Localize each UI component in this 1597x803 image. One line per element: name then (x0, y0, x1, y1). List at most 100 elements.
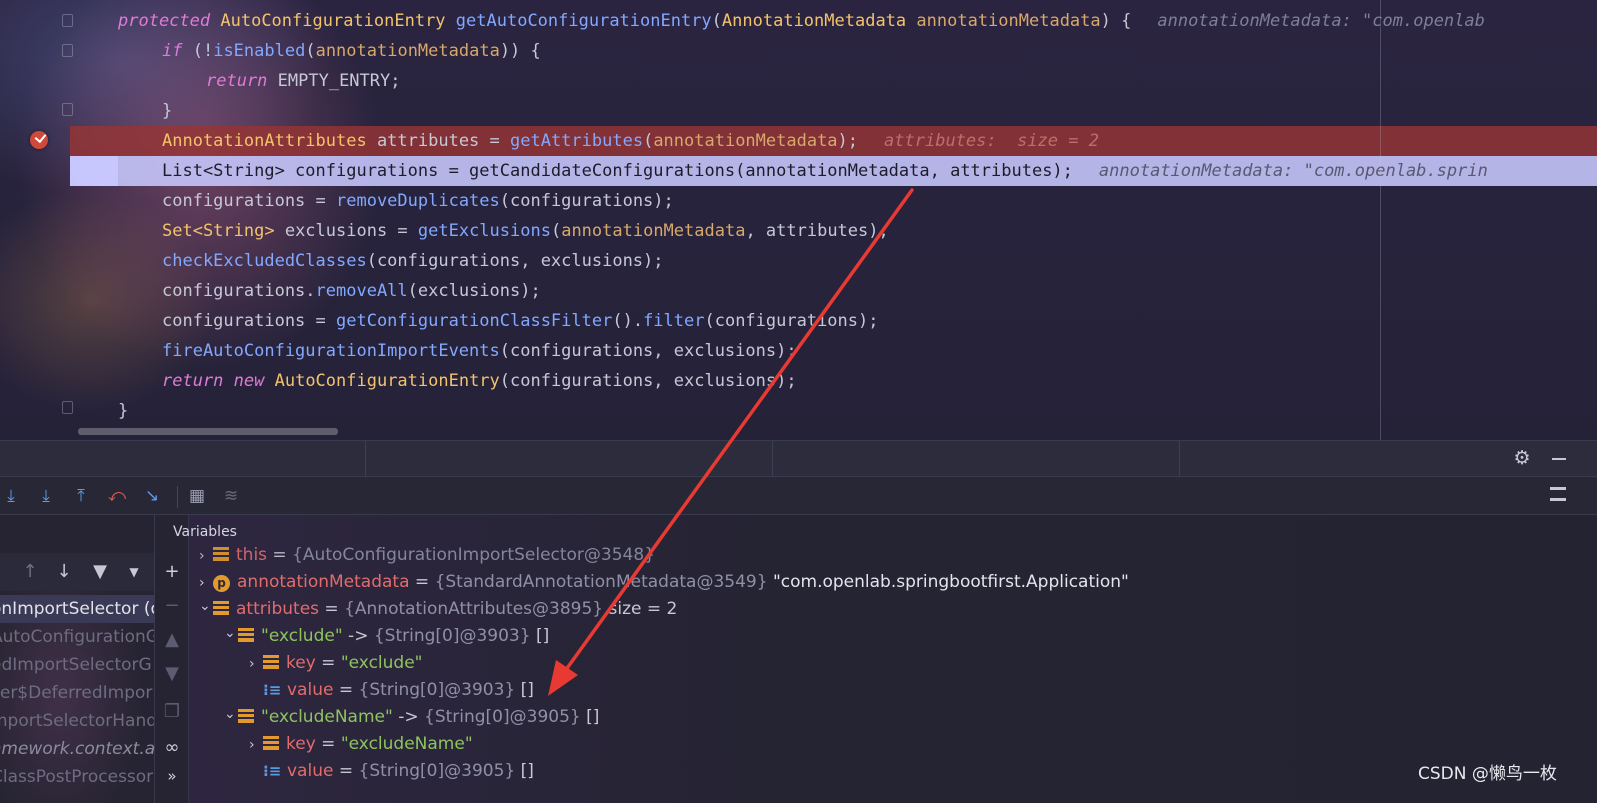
step-over-icon[interactable]: ⤓ (0, 485, 22, 507)
variable-row[interactable]: › key = "excludeName" (249, 731, 473, 758)
chevron-right-icon[interactable]: › (249, 651, 263, 678)
code-line[interactable]: configurations = getConfigurationClassFi… (70, 306, 1597, 336)
variable-row[interactable]: › key = "exclude" (249, 650, 422, 677)
variable-row[interactable]: › this = {AutoConfigurationImportSelector… (199, 542, 655, 569)
variable-type: {String[0]@3903} (358, 680, 516, 700)
variable-type: {String[0]@3903} (373, 626, 531, 646)
code-token: fireAutoConfigurationImportEvents (162, 341, 500, 361)
code-token: return new (162, 371, 265, 391)
copy-icon[interactable]: ❐ (161, 701, 183, 723)
code-line[interactable]: if (!isEnabled(annotationMetadata)) { (70, 36, 1597, 66)
code-token: AnnotationMetadata (721, 11, 907, 31)
code-line[interactable]: protected AutoConfigurationEntry getAuto… (70, 6, 1597, 36)
code-token: checkExcludedClasses (162, 251, 367, 271)
variable-value: [] (580, 707, 600, 727)
code-line[interactable]: return EMPTY_ENTRY; (70, 66, 1597, 96)
more-icon[interactable]: » (161, 765, 183, 787)
code-line[interactable]: return new AutoConfigurationEntry(config… (70, 366, 1597, 396)
variable-name: key (286, 734, 316, 754)
variable-type: {AutoConfigurationImportSelector@3548} (292, 545, 656, 565)
code-line[interactable]: checkExcludedClasses(configurations, exc… (70, 246, 1597, 276)
chevron-down-icon[interactable]: ⌄ (224, 620, 238, 647)
frames-pane[interactable]: ↑ ↓ ▼ ▼ onImportSelector (o AutoConfigura… (0, 515, 155, 803)
filter-icon[interactable]: ▼ (90, 562, 110, 582)
variable-row[interactable]: ⁝≡ value = {String[0]@3903} [] (249, 677, 534, 704)
code-line[interactable]: } (70, 96, 1597, 126)
variable-row[interactable]: ⁝≡ value = {String[0]@3905} [] (249, 758, 534, 785)
variable-value: "excludeName" (340, 734, 473, 754)
frame-item[interactable]: ser$DeferredImpor (0, 679, 154, 707)
variable-row[interactable]: ⌄ attributes = {AnnotationAttributes@3895… (199, 596, 677, 623)
variable-name: attributes (236, 599, 320, 619)
arrow-down-icon[interactable]: ↓ (54, 562, 74, 582)
chevron-down-icon[interactable]: ▼ (124, 562, 144, 582)
add-watch-icon[interactable]: + (161, 561, 183, 583)
code-line[interactable]: List<String> configurations = getCandida… (70, 156, 1597, 186)
frame-item[interactable]: onImportSelector (o (0, 595, 154, 623)
variable-separator: = (333, 680, 359, 700)
variable-row[interactable]: › p annotationMetadata = {StandardAnnotati… (199, 569, 1129, 596)
run-to-cursor-icon[interactable]: ↘ (141, 485, 163, 507)
variable-type: {AnnotationAttributes@3895} (344, 599, 604, 619)
variable-name: value (287, 680, 334, 700)
variable-name: value (287, 761, 334, 781)
frame-item[interactable]: edImportSelectorG (0, 651, 154, 679)
frame-item[interactable]: mportSelectorHand (0, 707, 154, 735)
code-token: ) { (1100, 11, 1132, 31)
variable-value: size = 2 (603, 599, 678, 619)
variable-separator: -> (392, 707, 424, 727)
inline-debug-value: attributes: size = 2 (884, 131, 1099, 151)
watches-glasses-icon[interactable]: ∞ (161, 737, 183, 759)
code-line[interactable]: } (70, 396, 1597, 426)
code-token: AutoConfigurationEntry (220, 11, 446, 31)
code-token: configurations = (162, 311, 336, 331)
code-line[interactable]: AnnotationAttributes attributes = getAtt… (70, 126, 1597, 156)
code-token: ( (711, 11, 722, 31)
step-out-icon[interactable]: ⤒ (70, 485, 92, 507)
variables-side-toolbar: + − ▲ ▼ ❐ ∞ » (155, 515, 189, 803)
layout-settings-icon[interactable] (1550, 487, 1566, 501)
frame-item[interactable]: AutoConfigurationG (0, 623, 154, 651)
variable-type: {String[0]@3905} (358, 761, 516, 781)
minimize-icon[interactable] (1552, 458, 1566, 460)
code-token: removeAll (315, 281, 408, 301)
field-icon (263, 736, 279, 750)
code-line[interactable]: fireAutoConfigurationImportEvents(config… (70, 336, 1597, 366)
chevron-down-icon[interactable]: ⌄ (224, 701, 238, 728)
drop-frame-icon[interactable]: ⤺ (106, 485, 128, 507)
code-editor[interactable]: protected AutoConfigurationEntry getAuto… (0, 0, 1597, 448)
code-token: (). (612, 311, 644, 331)
settings-gear-icon[interactable]: ⚙ (1512, 448, 1532, 468)
chevron-down-icon[interactable]: ⌄ (199, 593, 213, 620)
arrow-up-icon[interactable]: ↑ (20, 562, 40, 582)
code-token: exclusions = (274, 221, 418, 241)
variable-value: "com.openlab.springbootfirst.Application… (767, 572, 1129, 592)
code-line[interactable]: configurations = removeDuplicates(config… (70, 186, 1597, 216)
code-token: AutoConfigurationEntry (274, 371, 500, 391)
chevron-right-icon[interactable]: › (199, 543, 213, 570)
chevron-right-icon[interactable]: › (249, 732, 263, 759)
frame-item[interactable]: ClassPostProcessor (0, 763, 154, 791)
move-down-icon[interactable]: ▼ (161, 663, 183, 685)
variable-row[interactable]: ⌄ "excludeName" -> {String[0]@3905} [] (224, 704, 599, 731)
code-token: isEnabled (213, 41, 306, 61)
code-line[interactable]: Set<String> exclusions = getExclusions(a… (70, 216, 1597, 246)
code-token: List<String> configurations = getCandida… (162, 161, 1073, 181)
breakpoint-icon[interactable] (30, 131, 48, 149)
code-token: , attributes); (745, 221, 889, 241)
evaluate-expression-icon[interactable]: ▦ (186, 485, 208, 507)
frame-item[interactable]: amework.context.a (0, 735, 154, 763)
code-lines[interactable]: protected AutoConfigurationEntry getAuto… (70, 6, 1597, 426)
remove-watch-icon[interactable]: − (161, 595, 183, 617)
trace-current-stream-icon[interactable]: ≋ (220, 485, 242, 507)
code-token: (exclusions); (407, 281, 541, 301)
move-up-icon[interactable]: ▲ (161, 629, 183, 651)
variable-row[interactable]: ⌄ "exclude" -> {String[0]@3903} [] (224, 623, 549, 650)
code-token: (! (182, 41, 214, 61)
code-token: configurations = (162, 191, 336, 211)
code-line[interactable]: configurations.removeAll(exclusions); (70, 276, 1597, 306)
horizontal-scrollbar[interactable] (78, 428, 338, 435)
code-token: Set<String> (162, 221, 275, 241)
editor-gutter[interactable] (0, 0, 73, 448)
